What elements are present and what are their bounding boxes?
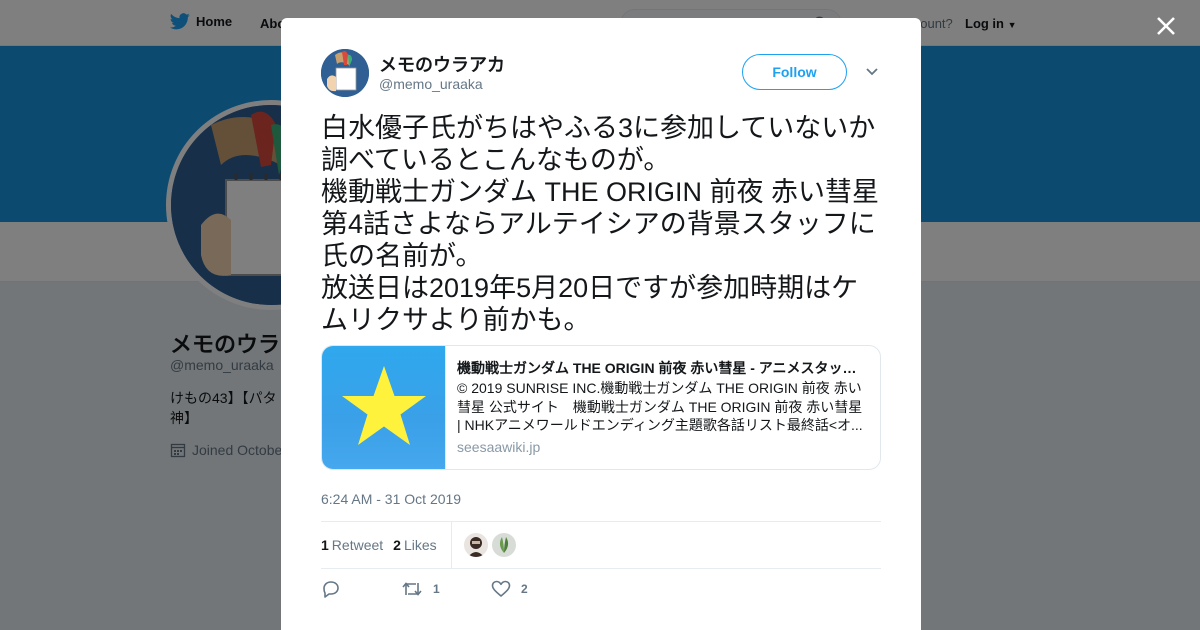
retweet-stat[interactable]: 1 Retweet <box>321 537 383 553</box>
like-button[interactable]: 2 <box>491 580 571 598</box>
star-icon <box>342 366 426 445</box>
chevron-down-icon <box>866 68 878 76</box>
retweet-count: 1 <box>321 537 329 553</box>
like-stat-label: Likes <box>403 537 437 553</box>
retweet-button[interactable]: 1 <box>401 580 491 598</box>
avatar-image <box>463 533 488 557</box>
close-icon <box>1157 17 1175 35</box>
retweet-action-count: 1 <box>433 582 440 596</box>
card-domain: seesaawiki.jp <box>457 439 541 455</box>
like-action-count: 2 <box>521 582 528 596</box>
like-count: 2 <box>393 537 401 553</box>
more-options-button[interactable] <box>864 64 880 80</box>
avatar-illustration <box>321 49 369 97</box>
author-avatar[interactable] <box>321 49 369 97</box>
tweet-text: 白水優子氏がちはやふる3に参加していないか調べているとこんなものが。 機動戦士ガ… <box>321 113 880 335</box>
retweet-stat-label: Retweet <box>331 537 384 553</box>
card-title: 機動戦士ガンダム THE ORIGIN 前夜 赤い彗星 - アニメスタッフ・キャ… <box>457 360 867 376</box>
author-handle[interactable]: @memo_uraaka <box>379 76 483 92</box>
reply-icon <box>323 581 339 598</box>
retweet-icon <box>402 582 422 596</box>
stats-separator <box>450 522 452 568</box>
tweet-stats: 1 Retweet 2 Likes <box>321 522 881 568</box>
heart-icon <box>491 580 511 597</box>
divider <box>321 568 881 569</box>
author-name[interactable]: メモのウラアカ <box>379 51 505 77</box>
like-stat[interactable]: 2 Likes <box>393 537 436 553</box>
avatar-image <box>491 533 516 557</box>
follow-button[interactable]: Follow <box>742 54 847 90</box>
card-description: © 2019 SUNRISE INC.機動戦士ガンダム THE ORIGIN 前… <box>457 380 863 433</box>
liker-avatar[interactable] <box>491 533 516 557</box>
tweet-modal: メモのウラアカ @memo_uraaka Follow 白水優子氏がちはやふる3… <box>281 18 921 630</box>
card-thumbnail <box>322 346 446 469</box>
reply-button[interactable] <box>321 580 401 598</box>
tweet-actions: 1 2 <box>321 579 571 599</box>
link-card[interactable]: 機動戦士ガンダム THE ORIGIN 前夜 赤い彗星 - アニメスタッフ・キャ… <box>321 345 881 470</box>
liker-avatar[interactable] <box>463 533 488 557</box>
tweet-timestamp[interactable]: 6:24 AM - 31 Oct 2019 <box>321 491 461 507</box>
close-button[interactable] <box>1152 12 1180 40</box>
